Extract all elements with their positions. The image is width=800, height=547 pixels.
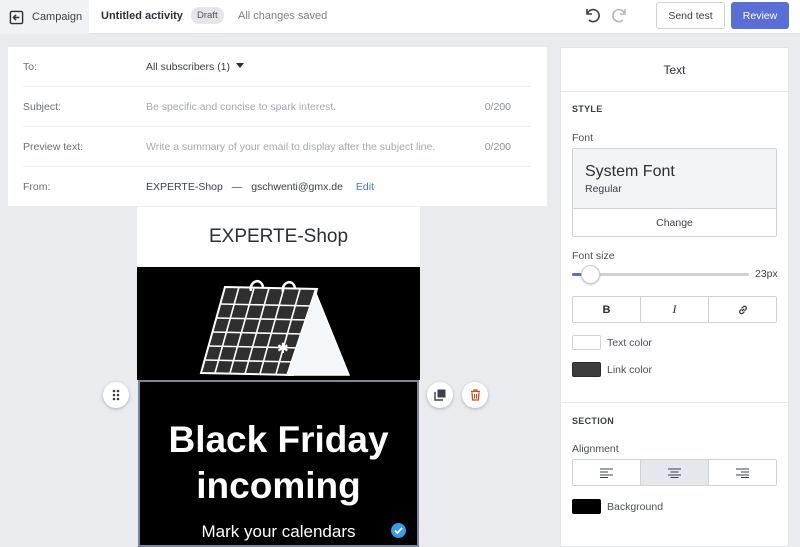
- from-value: EXPERTE-Shop — gschwenti@gmx.de Edit: [146, 181, 374, 193]
- back-to-campaign-button[interactable]: Campaign: [0, 0, 89, 34]
- preview-text-row: Preview text: Write a summary of your em…: [23, 127, 531, 167]
- link-button[interactable]: [709, 297, 776, 322]
- email-settings-panel: To: All subscribers (1) Subject: Be spec…: [8, 47, 547, 206]
- edit-sender-link[interactable]: Edit: [356, 181, 374, 193]
- from-label: From:: [23, 181, 51, 193]
- align-left-icon: [600, 467, 613, 478]
- status-badge: Draft: [191, 7, 224, 24]
- section-divider: [561, 402, 788, 403]
- text-color-label: Text color: [607, 336, 652, 349]
- alignment-label: Alignment: [572, 443, 619, 455]
- bold-icon: B: [602, 303, 611, 316]
- headline-line-2: incoming: [196, 465, 361, 506]
- font-label: Font: [572, 132, 594, 144]
- preview-text-char-count: 0/200: [484, 141, 511, 153]
- subject-row: Subject: Be specific and concise to spar…: [23, 87, 531, 127]
- exit-icon: [9, 10, 24, 24]
- undo-icon[interactable]: [582, 5, 602, 25]
- text-properties-panel: Text STYLE Font System Font Regular Chan…: [560, 47, 789, 547]
- font-weight: Regular: [585, 183, 622, 195]
- background-color-swatch[interactable]: [572, 499, 601, 514]
- font-picker: System Font Regular Change: [572, 148, 777, 237]
- top-bar: Campaign Untitled activity Draft All cha…: [0, 0, 800, 34]
- send-test-button[interactable]: Send test: [656, 2, 725, 29]
- headline-line-1: Black Friday: [168, 419, 389, 460]
- drag-handle-button[interactable]: [103, 382, 129, 408]
- sender-name: EXPERTE-Shop: [146, 181, 223, 193]
- subject-input[interactable]: Be specific and concise to spark interes…: [146, 101, 336, 113]
- email-canvas: EXPERTE-Shop ✱ Black Friday incoming Mar…: [137, 207, 420, 547]
- drag-handle-icon: [112, 389, 120, 401]
- subject-label: Subject:: [23, 101, 61, 113]
- duplicate-block-button[interactable]: [427, 382, 453, 408]
- align-right-icon: [736, 467, 749, 478]
- email-subline[interactable]: Mark your calendars: [140, 522, 417, 542]
- align-left-button[interactable]: [573, 460, 641, 485]
- save-status: All changes saved: [238, 10, 328, 22]
- style-section-heading: STYLE: [572, 104, 603, 114]
- bold-button[interactable]: B: [573, 297, 641, 322]
- font-name: System Font: [585, 163, 675, 180]
- recipients-value: All subscribers (1): [146, 61, 231, 73]
- font-size-label: Font size: [572, 250, 615, 262]
- email-headline[interactable]: Black Friday incoming: [140, 417, 417, 509]
- background-color-row[interactable]: Background: [572, 499, 663, 514]
- link-color-row[interactable]: Link color: [572, 362, 652, 377]
- preview-text-label: Preview text:: [23, 141, 84, 153]
- italic-button[interactable]: I: [641, 297, 709, 322]
- recipients-dropdown[interactable]: All subscribers (1): [146, 61, 244, 73]
- section-heading: SECTION: [572, 416, 615, 426]
- change-font-button[interactable]: Change: [573, 210, 776, 236]
- font-size-value: 23px: [755, 268, 778, 280]
- to-label: To:: [23, 61, 38, 73]
- delete-block-button[interactable]: [462, 382, 488, 408]
- review-button[interactable]: Review: [731, 2, 789, 29]
- panel-title: Text: [561, 48, 788, 92]
- link-color-label: Link color: [607, 363, 652, 376]
- italic-icon: I: [672, 302, 677, 316]
- text-color-swatch[interactable]: [572, 335, 601, 350]
- caret-down-icon: [235, 63, 244, 68]
- email-image-block[interactable]: ✱: [137, 267, 420, 380]
- align-right-button[interactable]: [709, 460, 776, 485]
- text-color-row[interactable]: Text color: [572, 335, 652, 350]
- email-header-block[interactable]: EXPERTE-Shop: [137, 207, 420, 267]
- check-icon: [391, 523, 406, 538]
- font-preview: System Font Regular: [573, 149, 776, 209]
- text-format-group: B I: [572, 296, 777, 323]
- redo-icon[interactable]: [610, 5, 630, 25]
- to-row: To: All subscribers (1): [23, 47, 531, 87]
- email-text-block-selected[interactable]: Black Friday incoming Mark your calendar…: [138, 380, 419, 547]
- align-center-icon: [668, 467, 681, 478]
- back-label: Campaign: [32, 11, 83, 23]
- subject-char-count: 0/200: [484, 101, 511, 113]
- background-label: Background: [607, 500, 664, 513]
- sender-email: gschwenti@gmx.de: [251, 181, 343, 193]
- link-icon: [738, 305, 747, 314]
- duplicate-icon: [434, 389, 446, 401]
- preview-text-input[interactable]: Write a summary of your email to display…: [146, 141, 435, 153]
- from-row: From: EXPERTE-Shop — gschwenti@gmx.de Ed…: [23, 167, 531, 207]
- font-size-slider-thumb[interactable]: [581, 265, 600, 284]
- link-color-swatch[interactable]: [572, 362, 601, 377]
- sender-separator: —: [231, 181, 243, 193]
- activity-title[interactable]: Untitled activity: [101, 10, 183, 22]
- alignment-group: [572, 459, 777, 486]
- trash-icon: [470, 389, 480, 401]
- calendar-illustration: ✱: [199, 279, 351, 377]
- star-mark: ✱: [277, 341, 289, 357]
- align-center-button[interactable]: [641, 460, 709, 485]
